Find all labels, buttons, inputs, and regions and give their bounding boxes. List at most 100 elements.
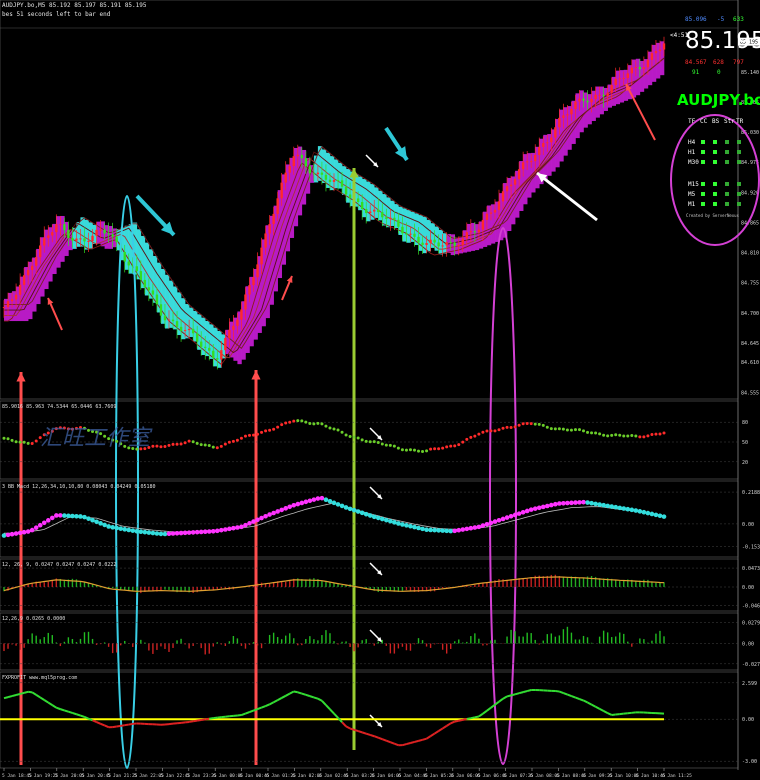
- bb-macd-point: [9, 531, 15, 537]
- osc-point: [332, 427, 336, 431]
- bb-macd-point: [335, 502, 341, 507]
- bb-macd-point: [295, 501, 301, 507]
- bb-macd-point: [174, 530, 180, 536]
- profit-line-segment: [257, 706, 262, 711]
- panel-axis-label: 2.599: [742, 681, 757, 687]
- profit-line-segment: [128, 722, 133, 726]
- osc-point: [26, 441, 30, 445]
- candle-body: [67, 230, 70, 238]
- candle-body: [300, 154, 304, 159]
- osc-point: [493, 429, 497, 433]
- candle-body: [147, 287, 151, 291]
- candle-body: [51, 232, 54, 236]
- osc-point: [501, 426, 505, 430]
- candle-body: [107, 233, 110, 235]
- osc-point: [473, 434, 477, 438]
- osc-point: [614, 433, 618, 437]
- profit-line-segment: [253, 708, 258, 712]
- bb-macd-point: [589, 500, 594, 506]
- candle-body: [461, 238, 464, 245]
- bb-macd-point: [162, 531, 168, 537]
- panel-axis-label: 20: [742, 460, 748, 466]
- osc-point: [352, 435, 356, 439]
- candle-body: [111, 234, 114, 237]
- osc-point: [541, 423, 545, 427]
- dashboard-row-label: M30: [688, 159, 699, 166]
- bb-macd-point: [210, 528, 216, 534]
- candle-body: [626, 73, 629, 79]
- osc-point: [582, 429, 586, 433]
- candle-body: [566, 114, 569, 116]
- osc-point: [630, 434, 634, 438]
- bb-macd-point: [625, 506, 631, 512]
- bb-macd-point: [597, 502, 602, 507]
- osc-point: [276, 425, 280, 429]
- candle-body: [316, 172, 320, 175]
- bb-macd-point: [524, 508, 530, 514]
- stat-third-b: 0: [717, 69, 721, 76]
- osc-point: [340, 430, 344, 434]
- panel-header: 12,26,9 0.0265 0.0000: [2, 616, 65, 622]
- bb-macd-point: [508, 513, 514, 519]
- osc-point: [586, 430, 590, 434]
- dashboard-signal-dot: [701, 192, 705, 196]
- profit-line-segment: [410, 740, 415, 744]
- bb-macd-point: [291, 502, 297, 508]
- osc-point: [167, 443, 171, 447]
- profit-line-segment: [76, 713, 81, 717]
- bb-macd-point: [66, 513, 71, 519]
- osc-point: [646, 434, 650, 438]
- osc-point: [260, 430, 264, 434]
- panel-axis-label: 0.0279: [742, 621, 760, 627]
- osc-point: [191, 440, 195, 444]
- dashboard-signal-dot: [725, 192, 729, 196]
- osc-point: [577, 428, 581, 432]
- osc-point: [243, 434, 247, 438]
- candle-body: [429, 239, 432, 244]
- current-price: 85.195: [685, 28, 760, 54]
- profit-line-segment: [124, 723, 129, 727]
- bb-macd-point: [617, 505, 623, 511]
- dashboard-col-header: TF: [688, 118, 696, 125]
- candle-body: [292, 156, 295, 167]
- candle-body: [143, 279, 147, 288]
- bb-macd-point: [158, 531, 164, 537]
- bb-macd-point: [186, 530, 192, 535]
- osc-point: [594, 431, 598, 435]
- candle-body: [606, 92, 609, 97]
- osc-point: [477, 432, 481, 436]
- osc-point: [316, 421, 320, 425]
- osc-point: [553, 427, 557, 431]
- osc-point: [412, 448, 416, 452]
- bb-macd-point: [480, 523, 486, 528]
- profit-line-segment: [19, 691, 25, 695]
- panel-header: 3 BB Macd 12,26,34,10,10,80 0.08043 0.04…: [2, 484, 156, 490]
- candle-body: [332, 180, 336, 182]
- bb-macd-point: [488, 520, 494, 526]
- bb-macd-point: [512, 512, 518, 518]
- osc-point: [433, 447, 437, 451]
- osc-point: [364, 439, 368, 443]
- bb-macd-point: [528, 507, 534, 512]
- bb-macd-point: [347, 506, 353, 512]
- osc-point: [360, 438, 364, 442]
- candle-body: [324, 174, 328, 180]
- panel-axis-label: 0.00: [742, 642, 754, 648]
- osc-point: [2, 436, 6, 440]
- bb-macd-point: [456, 527, 462, 533]
- osc-point: [396, 446, 400, 450]
- candle-body: [578, 98, 581, 102]
- profit-line-segment: [112, 725, 117, 729]
- stat-third-a: 91: [692, 69, 700, 76]
- candle-body: [91, 235, 94, 241]
- bb-macd-point: [384, 517, 389, 523]
- bb-macd-point: [263, 513, 268, 519]
- profit-line-segment: [192, 719, 198, 723]
- osc-point: [159, 445, 163, 449]
- price-axis-label: 84.755: [741, 281, 759, 287]
- osc-point: [344, 433, 348, 437]
- bb-macd-point: [62, 513, 67, 518]
- dashboard-signal-dot: [713, 150, 717, 154]
- profit-line-segment: [15, 692, 21, 696]
- dashboard-signal-dot: [701, 182, 705, 186]
